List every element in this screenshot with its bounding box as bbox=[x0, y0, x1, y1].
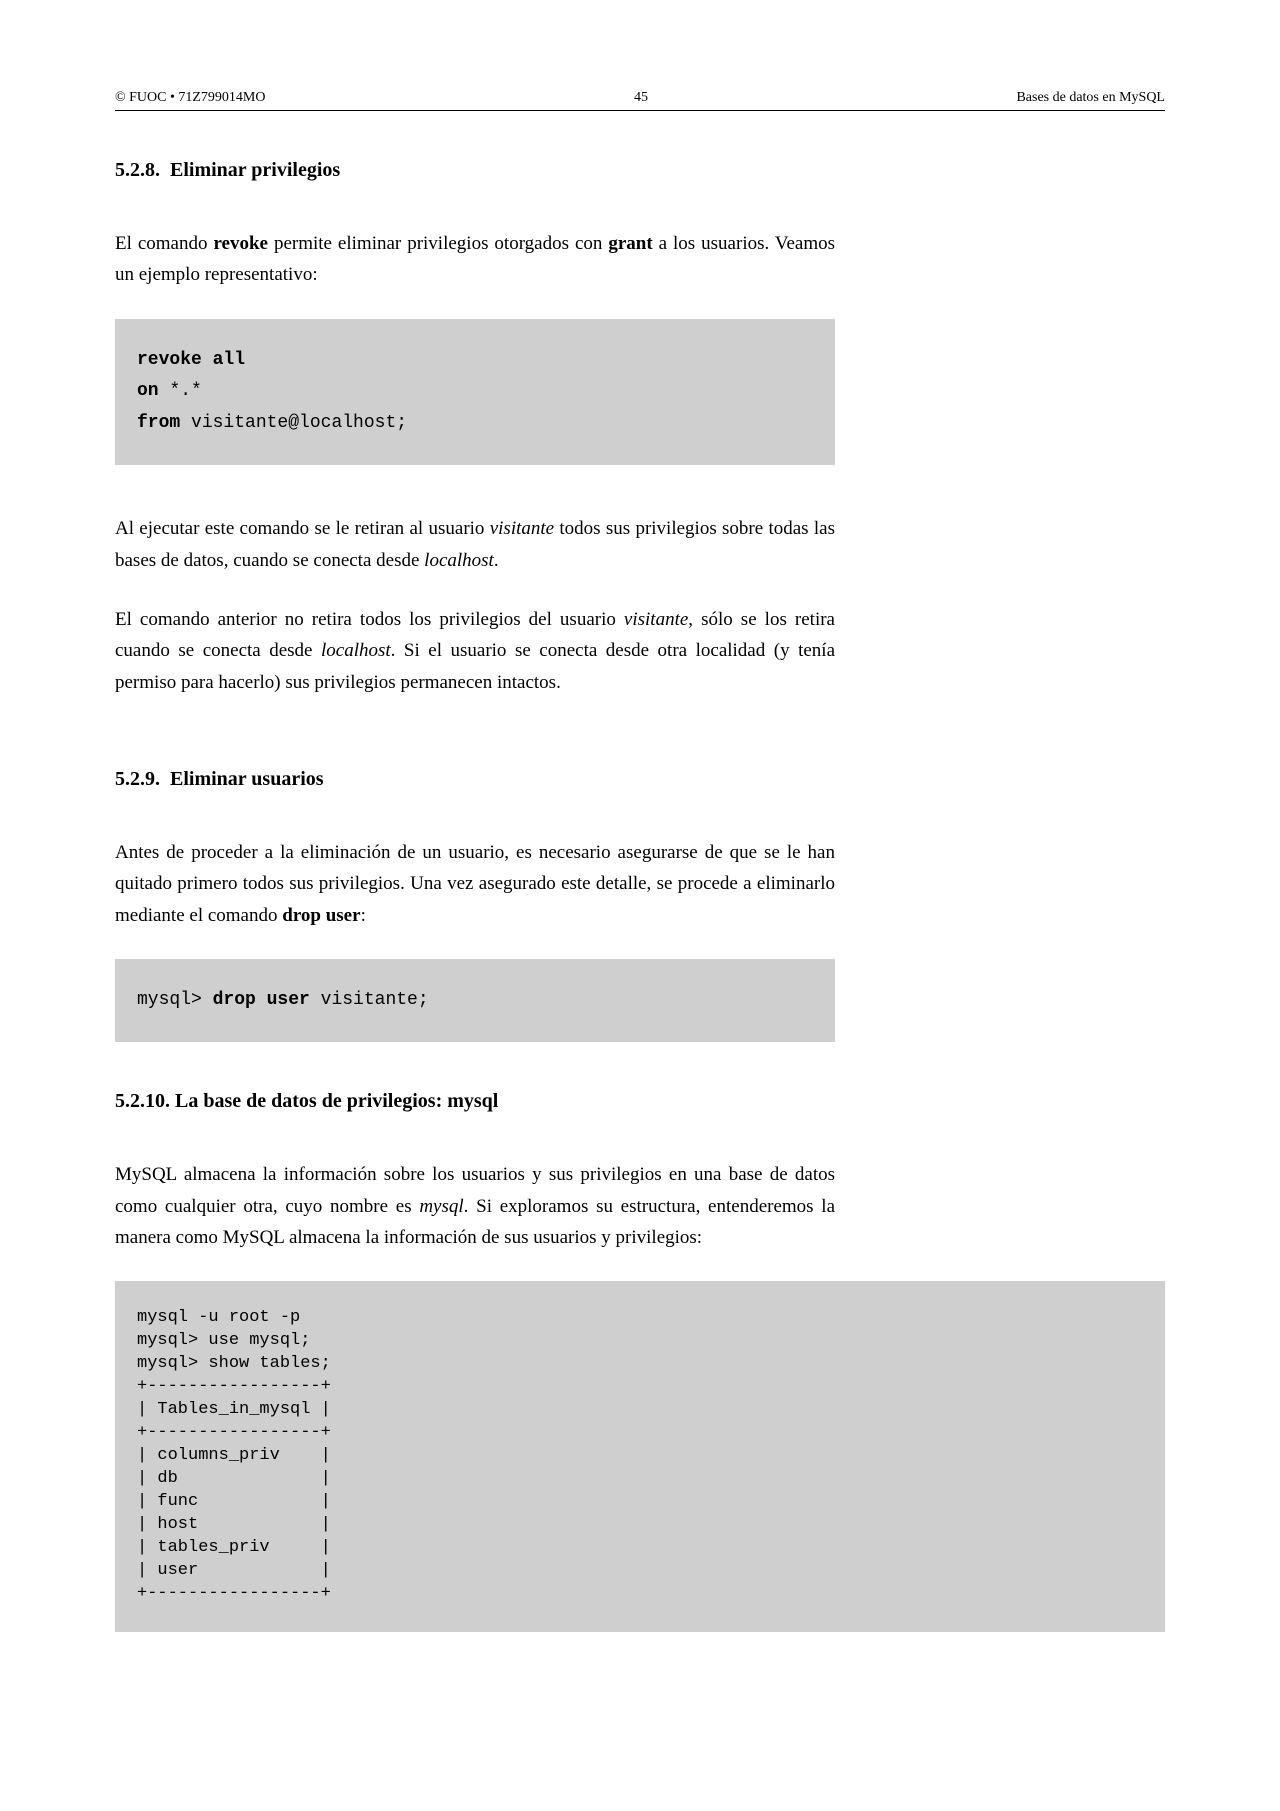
page-header: © FUOC • 71Z799014MO 45 Bases de datos e… bbox=[115, 90, 1165, 111]
code-block-drop-user: mysql> drop user visitante; bbox=[115, 959, 835, 1043]
paragraph-5210-1: MySQL almacena la información sobre los … bbox=[115, 1159, 835, 1253]
term-localhost-2: localhost bbox=[321, 640, 391, 661]
section-heading-529: 5.2.9. Eliminar usuarios bbox=[115, 768, 835, 791]
header-right: Bases de datos en MySQL bbox=[1016, 90, 1165, 106]
section-number: 5.2.8. bbox=[115, 159, 160, 181]
section-number: 5.2.9. bbox=[115, 768, 160, 790]
term-visitante: visitante bbox=[490, 518, 554, 539]
header-left: © FUOC • 71Z799014MO bbox=[115, 90, 266, 106]
paragraph-528-2: Al ejecutar este comando se le retiran a… bbox=[115, 513, 835, 576]
header-page-number: 45 bbox=[634, 90, 648, 106]
section-number: 5.2.10. bbox=[115, 1090, 170, 1112]
section-heading-528: 5.2.8. Eliminar privilegios bbox=[115, 159, 835, 182]
term-visitante-2: visitante bbox=[624, 609, 688, 630]
section-heading-5210: 5.2.10. La base de datos de privilegios:… bbox=[115, 1090, 835, 1113]
paragraph-528-3: El comando anterior no retira todos los … bbox=[115, 604, 835, 698]
section-title: Eliminar usuarios bbox=[170, 768, 324, 790]
term-localhost: localhost bbox=[424, 550, 494, 571]
code-block-revoke: revoke all on *.* from visitante@localho… bbox=[115, 319, 835, 466]
keyword-drop-user: drop user bbox=[282, 905, 360, 926]
section-title: La base de datos de privilegios: mysql bbox=[175, 1090, 498, 1112]
term-mysql: mysql bbox=[419, 1196, 463, 1217]
paragraph-529-1: Antes de proceder a la eliminación de un… bbox=[115, 837, 835, 931]
keyword-revoke: revoke bbox=[213, 233, 268, 254]
keyword-grant: grant bbox=[608, 233, 652, 254]
section-title: Eliminar privilegios bbox=[170, 159, 340, 181]
paragraph-528-1: El comando revoke permite eliminar privi… bbox=[115, 228, 835, 291]
code-block-show-tables: mysql -u root -p mysql> use mysql; mysql… bbox=[115, 1281, 1165, 1631]
